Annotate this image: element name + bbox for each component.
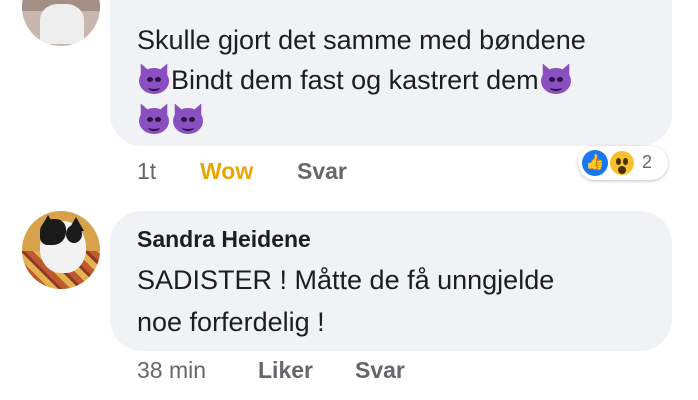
reaction-count: 2 <box>642 152 653 172</box>
reactions-summary[interactable]: 👍 2 <box>578 146 668 180</box>
like-reaction-icon: 👍 <box>582 150 608 176</box>
reply-button[interactable]: Svar <box>355 357 405 384</box>
like-button[interactable]: Liker <box>258 357 313 384</box>
comment-text-segment: Bindt dem fast og kastrert dem <box>171 65 539 95</box>
reply-button[interactable]: Svar <box>297 158 347 185</box>
comment-text-line: SADISTER ! Måtte de få unngjelde <box>137 265 555 295</box>
smiling-devil-emoji-icon <box>170 101 206 135</box>
comment-text-line: Bindt dem fast og kastrert dem <box>136 60 574 100</box>
commenter-avatar[interactable] <box>22 0 100 46</box>
comment-text-line: Skulle gjort det samme med bøndene <box>137 25 586 55</box>
comment-text-line: noe forferdelig ! <box>137 307 325 337</box>
comment-emoji-line <box>136 100 206 140</box>
comment-author-name[interactable]: Sandra Heidene <box>137 226 311 253</box>
comment-timestamp[interactable]: 38 min <box>137 357 206 384</box>
wow-reaction-icon <box>608 149 636 177</box>
smiling-devil-emoji-icon <box>136 101 172 135</box>
wow-reaction-button[interactable]: Wow <box>200 158 253 185</box>
commenter-avatar[interactable] <box>22 211 100 289</box>
comment-timestamp[interactable]: 1t <box>137 158 156 185</box>
smiling-devil-emoji-icon <box>537 61 574 95</box>
smiling-devil-emoji-icon <box>136 61 172 95</box>
